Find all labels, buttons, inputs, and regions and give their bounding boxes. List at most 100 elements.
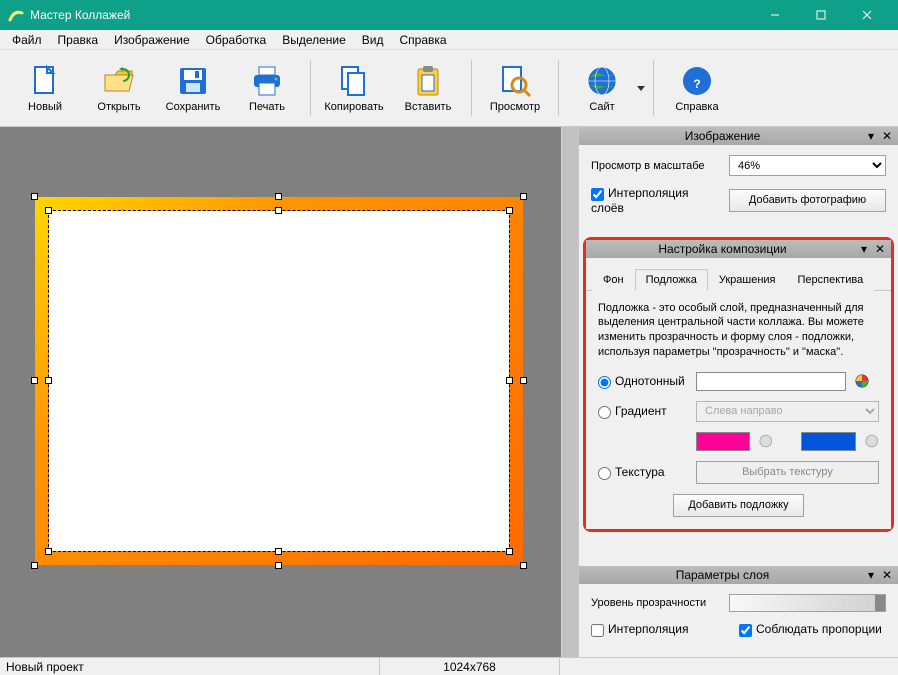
resize-handle[interactable] [275, 207, 282, 214]
panel-composition-title: Настройка композиции [590, 242, 855, 256]
tab-perspective[interactable]: Перспектива [787, 269, 875, 291]
panel-composition-header[interactable]: Настройка композиции ▾ ✕ [586, 240, 891, 258]
gradient-color1-swatch[interactable] [696, 432, 750, 451]
panel-image-header[interactable]: Изображение ▾ ✕ [579, 127, 898, 145]
app-logo-icon [8, 7, 24, 23]
interp-layers-checkbox[interactable]: Интерполяция слоёв [591, 186, 721, 215]
tab-underlay[interactable]: Подложка [635, 269, 708, 291]
solid-color-swatch[interactable] [696, 372, 846, 391]
menu-edit[interactable]: Правка [50, 31, 107, 49]
close-button[interactable] [844, 0, 890, 30]
titlebar: Мастер Коллажей [0, 0, 898, 30]
panel-collapse-icon[interactable]: ▾ [857, 242, 871, 256]
panel-image: Изображение ▾ ✕ Просмотр в масштабе 46% … [579, 127, 898, 235]
gradient-direction-select[interactable]: Слева направо [696, 401, 879, 422]
color-picker-icon[interactable] [864, 433, 879, 449]
composition-tabs: Фон Подложка Украшения Перспектива [586, 268, 891, 291]
panel-layer-title: Параметры слоя [583, 568, 862, 582]
resize-handle[interactable] [506, 207, 513, 214]
site-label: Сайт [589, 101, 614, 113]
toolbar-separator [310, 60, 311, 116]
panel-collapse-icon[interactable]: ▾ [864, 568, 878, 582]
svg-text:?: ? [693, 77, 700, 91]
print-button[interactable]: Печать [232, 55, 302, 121]
panel-layer-header[interactable]: Параметры слоя ▾ ✕ [579, 566, 898, 584]
zoom-label: Просмотр в масштабе [591, 160, 721, 172]
menu-process[interactable]: Обработка [198, 31, 275, 49]
resize-handle[interactable] [45, 377, 52, 384]
maximize-button[interactable] [798, 0, 844, 30]
resize-handle[interactable] [275, 548, 282, 555]
resize-handle[interactable] [506, 377, 513, 384]
panel-collapse-icon[interactable]: ▾ [864, 129, 878, 143]
toolbar-separator [558, 60, 559, 116]
menu-view[interactable]: Вид [354, 31, 392, 49]
paste-button[interactable]: Вставить [393, 55, 463, 121]
resize-handle[interactable] [506, 548, 513, 555]
site-button[interactable]: Сайт [567, 55, 637, 121]
texture-radio[interactable]: Текстура [598, 465, 688, 480]
new-file-icon [27, 63, 63, 99]
status-project: Новый проект [0, 658, 380, 675]
paste-clipboard-icon [410, 63, 446, 99]
save-floppy-icon [175, 63, 211, 99]
panel-close-icon[interactable]: ✕ [880, 129, 894, 143]
menu-selection[interactable]: Выделение [274, 31, 354, 49]
color-picker-icon[interactable] [854, 373, 870, 389]
add-underlay-button[interactable]: Добавить подложку [673, 494, 803, 517]
new-button[interactable]: Новый [10, 55, 80, 121]
panel-close-icon[interactable]: ✕ [880, 568, 894, 582]
opacity-slider[interactable] [729, 594, 886, 612]
menu-file[interactable]: Файл [4, 31, 50, 49]
keep-ratio-checkbox[interactable]: Соблюдать пропорции [739, 622, 882, 637]
menu-help[interactable]: Справка [392, 31, 455, 49]
window-title: Мастер Коллажей [30, 8, 752, 22]
tab-background[interactable]: Фон [592, 269, 635, 291]
menu-image[interactable]: Изображение [106, 31, 198, 49]
help-icon: ? [679, 63, 715, 99]
menubar: Файл Правка Изображение Обработка Выделе… [0, 30, 898, 50]
statusbar: Новый проект 1024x768 [0, 657, 898, 675]
interp-checkbox[interactable]: Интерполяция [591, 622, 731, 637]
globe-icon [584, 63, 620, 99]
tab-decorations[interactable]: Украшения [708, 269, 787, 291]
gradient-radio[interactable]: Градиент [598, 404, 688, 419]
vertical-scrollbar[interactable] [561, 127, 578, 657]
opacity-label: Уровень прозрачности [591, 597, 721, 609]
status-dimensions: 1024x768 [380, 658, 560, 675]
resize-handle[interactable] [45, 207, 52, 214]
help-button[interactable]: ? Справка [662, 55, 732, 121]
panel-close-icon[interactable]: ✕ [873, 242, 887, 256]
chevron-down-icon [637, 86, 645, 91]
save-label: Сохранить [166, 101, 221, 113]
site-dropdown[interactable] [635, 55, 647, 121]
copy-button[interactable]: Копировать [319, 55, 389, 121]
gradient-color2-swatch[interactable] [801, 432, 855, 451]
choose-texture-button[interactable]: Выбрать текстуру [696, 461, 879, 484]
toolbar-separator [471, 60, 472, 116]
panel-image-title: Изображение [583, 129, 862, 143]
open-button[interactable]: Открыть [84, 55, 154, 121]
canvas-area[interactable] [0, 127, 578, 657]
toolbar: Новый Открыть Сохранить Печать Копироват… [0, 50, 898, 127]
panel-composition: Настройка композиции ▾ ✕ Фон Подложка Ук… [583, 237, 894, 532]
resize-handle[interactable] [45, 548, 52, 555]
print-label: Печать [249, 101, 285, 113]
printer-icon [249, 63, 285, 99]
new-label: Новый [28, 101, 62, 113]
minimize-button[interactable] [752, 0, 798, 30]
open-folder-icon [101, 63, 137, 99]
preview-button[interactable]: Просмотр [480, 55, 550, 121]
magnifier-icon [497, 63, 533, 99]
copy-icon [336, 63, 372, 99]
copy-label: Копировать [324, 101, 383, 113]
save-button[interactable]: Сохранить [158, 55, 228, 121]
sidebar: Изображение ▾ ✕ Просмотр в масштабе 46% … [578, 127, 898, 657]
zoom-select[interactable]: 46% [729, 155, 886, 176]
add-photo-button[interactable]: Добавить фотографию [729, 189, 886, 212]
preview-label: Просмотр [490, 101, 540, 113]
underlay-layer[interactable] [49, 211, 509, 551]
collage-frame[interactable] [35, 197, 523, 565]
color-picker-icon[interactable] [758, 433, 773, 449]
solid-radio[interactable]: Однотонный [598, 374, 688, 389]
